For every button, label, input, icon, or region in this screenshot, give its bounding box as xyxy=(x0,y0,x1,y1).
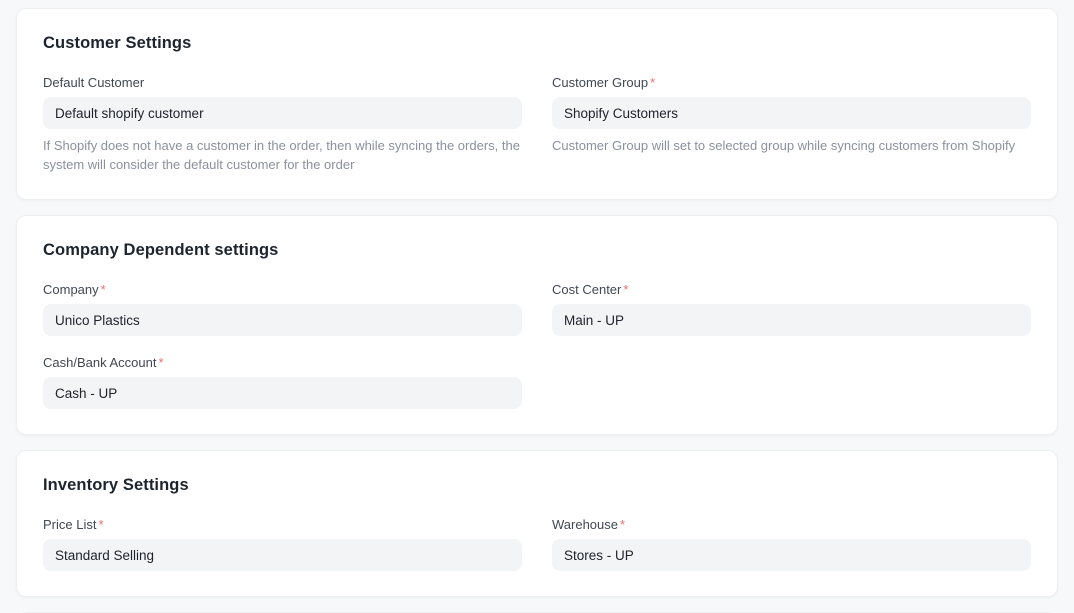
warehouse-label: Warehouse* xyxy=(552,517,1031,533)
inventory-settings-grid: Price List* Warehouse* xyxy=(43,517,1031,571)
price-list-label-text: Price List xyxy=(43,517,96,532)
cash-bank-account-label-text: Cash/Bank Account xyxy=(43,355,156,370)
inventory-settings-card: Inventory Settings Price List* Warehouse… xyxy=(16,450,1058,597)
required-asterisk: * xyxy=(98,517,103,532)
cost-center-input[interactable] xyxy=(552,304,1031,336)
default-customer-label-text: Default Customer xyxy=(43,75,144,90)
customer-settings-card: Customer Settings Default Customer If Sh… xyxy=(16,8,1058,200)
required-asterisk: * xyxy=(620,517,625,532)
default-customer-help: If Shopify does not have a customer in t… xyxy=(43,136,522,174)
warehouse-label-text: Warehouse xyxy=(552,517,618,532)
inventory-settings-title: Inventory Settings xyxy=(43,476,1031,494)
customer-group-label-text: Customer Group xyxy=(552,75,648,90)
customer-group-input[interactable] xyxy=(552,97,1031,129)
customer-settings-grid: Default Customer If Shopify does not hav… xyxy=(43,75,1031,174)
customer-settings-title: Customer Settings xyxy=(43,34,1031,52)
required-asterisk: * xyxy=(158,355,163,370)
field-company: Company* xyxy=(43,282,522,336)
default-customer-input[interactable] xyxy=(43,97,522,129)
default-customer-label: Default Customer xyxy=(43,75,522,91)
cash-bank-account-input[interactable] xyxy=(43,377,522,409)
required-asterisk: * xyxy=(650,75,655,90)
company-label: Company* xyxy=(43,282,522,298)
field-customer-group: Customer Group* Customer Group will set … xyxy=(552,75,1031,174)
field-cash-bank-account: Cash/Bank Account* xyxy=(43,355,522,409)
company-dependent-settings-card: Company Dependent settings Company* Cost… xyxy=(16,215,1058,435)
required-asterisk: * xyxy=(623,282,628,297)
cost-center-label: Cost Center* xyxy=(552,282,1031,298)
price-list-label: Price List* xyxy=(43,517,522,533)
company-label-text: Company xyxy=(43,282,99,297)
price-list-input[interactable] xyxy=(43,539,522,571)
customer-group-help: Customer Group will set to selected grou… xyxy=(552,136,1031,155)
warehouse-input[interactable] xyxy=(552,539,1031,571)
field-price-list: Price List* xyxy=(43,517,522,571)
required-asterisk: * xyxy=(101,282,106,297)
company-settings-grid: Company* Cost Center* Cash/Bank Account* xyxy=(43,282,1031,409)
cost-center-label-text: Cost Center xyxy=(552,282,621,297)
settings-page: Customer Settings Default Customer If Sh… xyxy=(0,0,1074,613)
field-default-customer: Default Customer If Shopify does not hav… xyxy=(43,75,522,174)
cash-bank-account-label: Cash/Bank Account* xyxy=(43,355,522,371)
company-dependent-settings-title: Company Dependent settings xyxy=(43,241,1031,259)
customer-group-label: Customer Group* xyxy=(552,75,1031,91)
field-warehouse: Warehouse* xyxy=(552,517,1031,571)
company-input[interactable] xyxy=(43,304,522,336)
field-cost-center: Cost Center* xyxy=(552,282,1031,336)
